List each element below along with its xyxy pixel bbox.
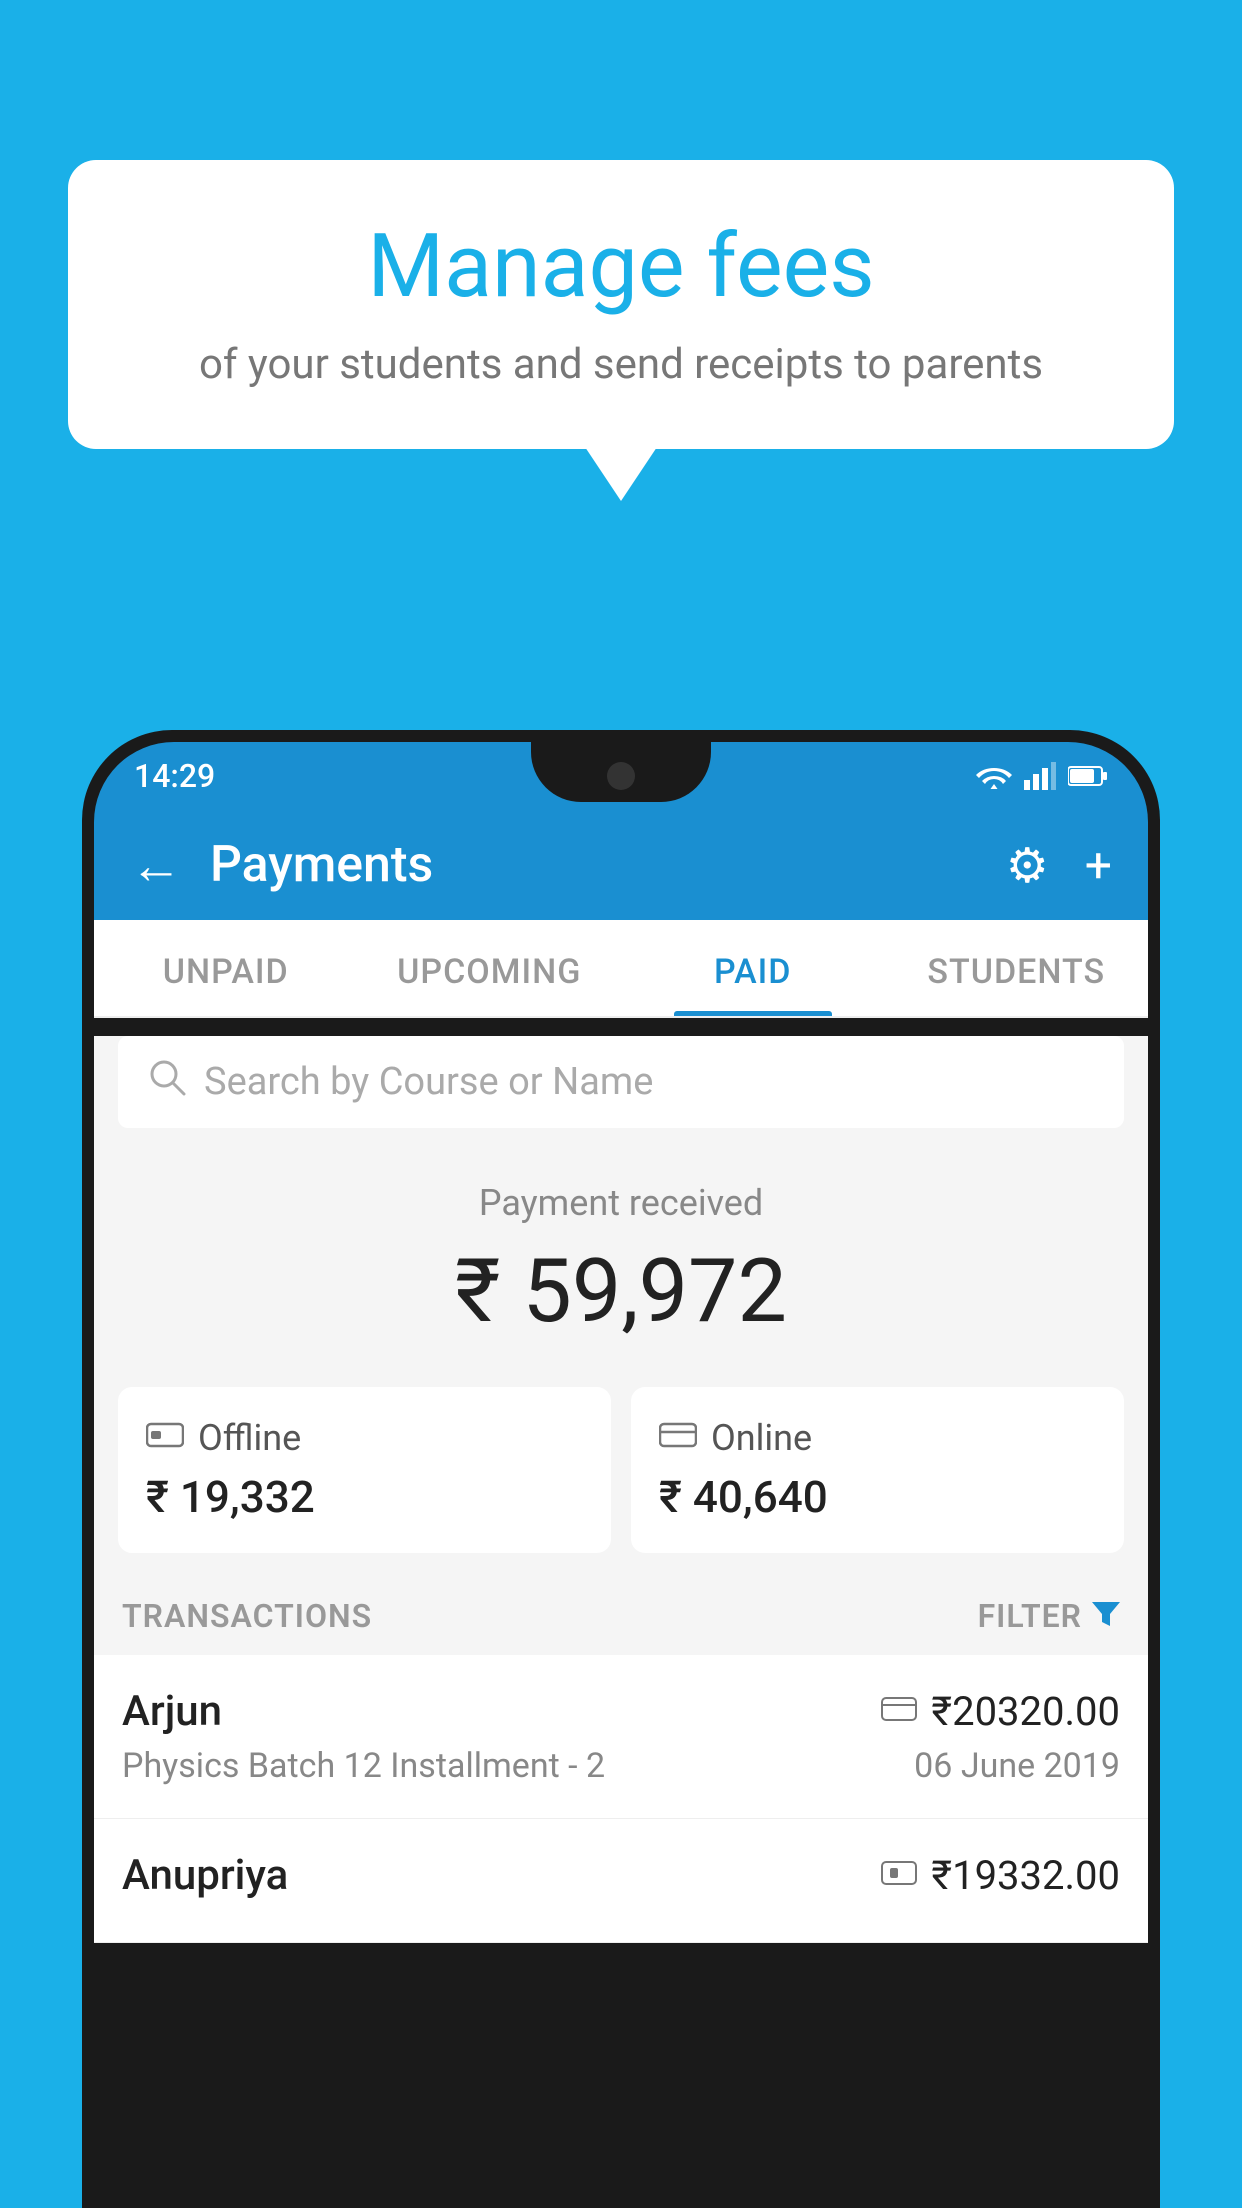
search-svg [148, 1058, 186, 1096]
app-bar: ← Payments ⚙ + [94, 810, 1148, 920]
tabs-bar: UNPAID UPCOMING PAID STUDENTS [94, 920, 1148, 1018]
transaction-amount-2: ₹19332.00 [931, 1852, 1120, 1899]
filter-wrap[interactable]: FILTER [978, 1597, 1120, 1635]
back-button[interactable]: ← [130, 835, 182, 896]
tab-unpaid[interactable]: UNPAID [94, 920, 358, 1016]
status-time: 14:29 [134, 757, 215, 795]
transaction-row-1[interactable]: Arjun ₹20320.00 Physics Batch 12 Install… [94, 1655, 1148, 1819]
tab-students[interactable]: STUDENTS [885, 920, 1149, 1016]
transaction-bottom-1: Physics Batch 12 Installment - 2 06 June… [122, 1746, 1120, 1786]
settings-icon[interactable]: ⚙ [1006, 837, 1049, 894]
phone-inner: 14:29 [94, 742, 1148, 2196]
signal-icon [1024, 762, 1056, 790]
online-card: Online ₹ 40,640 [631, 1387, 1124, 1553]
payment-amount: ₹ 59,972 [94, 1240, 1148, 1343]
transaction-date-1: 06 June 2019 [914, 1746, 1120, 1786]
content-area: Search by Course or Name Payment receive… [94, 1036, 1148, 1943]
online-label: Online [711, 1417, 812, 1459]
online-icon [659, 1418, 697, 1458]
offline-card: Offline ₹ 19,332 [118, 1387, 611, 1553]
search-icon [148, 1058, 186, 1106]
online-card-row: Online [659, 1417, 1096, 1459]
online-amount: ₹ 40,640 [659, 1471, 1096, 1523]
transaction-top-2: Anupriya ₹19332.00 [122, 1851, 1120, 1900]
payment-received-label: Payment received [94, 1182, 1148, 1224]
payment-cards: Offline ₹ 19,332 Online ₹ 4 [94, 1363, 1148, 1577]
transaction-top-1: Arjun ₹20320.00 [122, 1687, 1120, 1736]
bubble-subtitle: of your students and send receipts to pa… [128, 340, 1114, 389]
transactions-header: TRANSACTIONS FILTER [94, 1577, 1148, 1655]
transactions-label: TRANSACTIONS [122, 1597, 372, 1635]
search-placeholder: Search by Course or Name [204, 1060, 653, 1104]
tab-paid[interactable]: PAID [621, 920, 885, 1016]
transaction-row-2[interactable]: Anupriya ₹19332.00 [94, 1819, 1148, 1943]
bubble-title: Manage fees [128, 215, 1114, 318]
offline-label: Offline [198, 1417, 301, 1459]
phone-frame: 14:29 [82, 730, 1160, 2208]
battery-icon [1068, 764, 1108, 788]
add-icon[interactable]: + [1085, 837, 1112, 894]
filter-label: FILTER [978, 1597, 1082, 1635]
transaction-card-icon-1 [881, 1692, 917, 1732]
status-bar: 14:29 [94, 742, 1148, 810]
offline-amount: ₹ 19,332 [146, 1471, 583, 1523]
transaction-cash-icon-2 [881, 1856, 917, 1896]
search-bar[interactable]: Search by Course or Name [118, 1036, 1124, 1128]
status-icons [976, 762, 1108, 790]
speech-bubble: Manage fees of your students and send re… [68, 160, 1174, 449]
payment-received-section: Payment received ₹ 59,972 [94, 1146, 1148, 1363]
wifi-icon [976, 762, 1012, 790]
app-bar-actions: ⚙ + [1006, 837, 1112, 894]
camera-dot [607, 762, 635, 790]
filter-icon [1092, 1599, 1120, 1634]
transaction-name-2: Anupriya [122, 1851, 288, 1900]
offline-icon [146, 1418, 184, 1458]
app-bar-title: Payments [210, 836, 1006, 894]
transaction-amount-wrap-1: ₹20320.00 [881, 1688, 1120, 1735]
transaction-name-1: Arjun [122, 1687, 222, 1736]
tab-upcoming[interactable]: UPCOMING [358, 920, 622, 1016]
transaction-desc-1: Physics Batch 12 Installment - 2 [122, 1746, 605, 1786]
notch [531, 742, 711, 802]
transaction-amount-wrap-2: ₹19332.00 [881, 1852, 1120, 1899]
offline-card-row: Offline [146, 1417, 583, 1459]
transaction-amount-1: ₹20320.00 [931, 1688, 1120, 1735]
